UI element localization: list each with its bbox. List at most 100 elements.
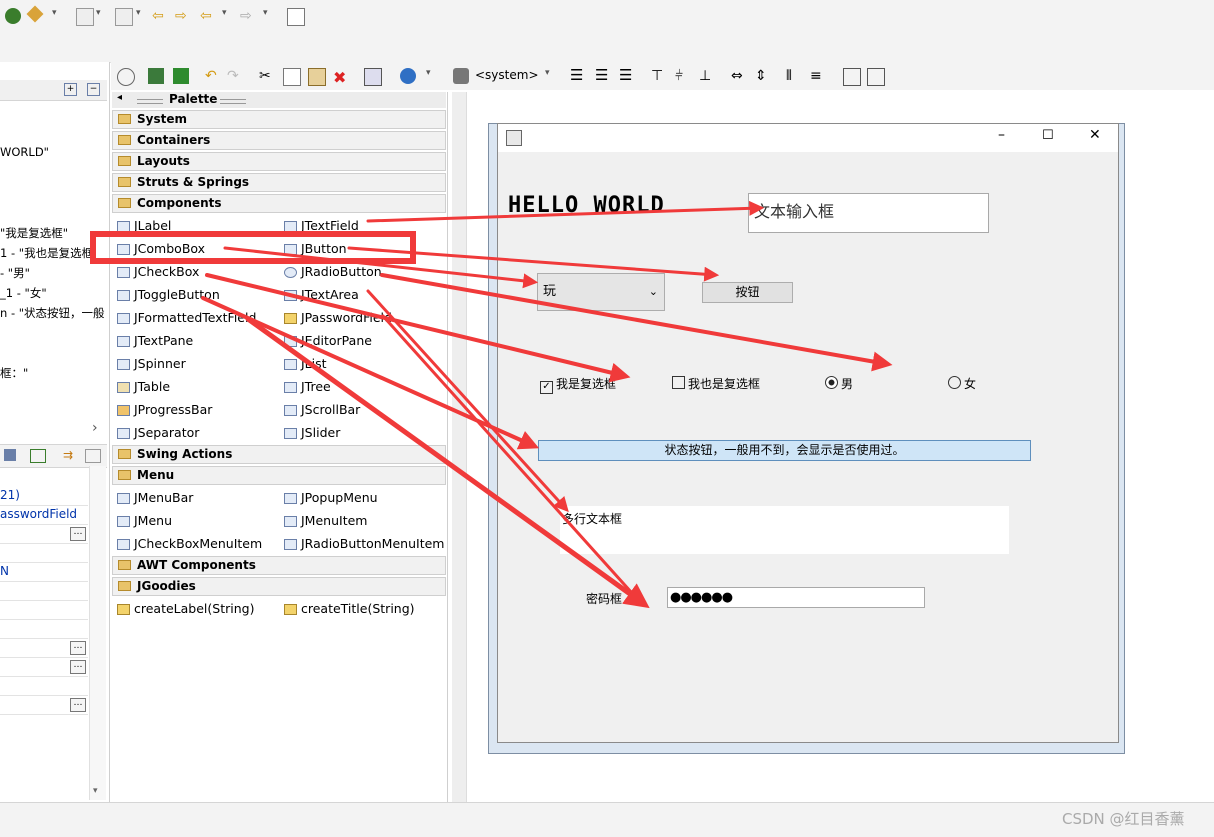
dropdown-arrow-icon[interactable]: ▾ xyxy=(96,8,112,24)
align-right-icon[interactable]: ☰ xyxy=(619,68,635,84)
minimize-icon[interactable]: – xyxy=(998,127,1005,143)
redo-icon[interactable]: ↷ xyxy=(227,68,243,84)
close-icon[interactable]: ✕ xyxy=(1089,127,1101,143)
toggle-button[interactable]: 状态按钮，一般用不到，会显示是否使用过。 xyxy=(538,440,1031,461)
palette-item-jcombobox[interactable]: JComboBox xyxy=(117,237,205,260)
replicate-width-icon[interactable]: ⇔ xyxy=(731,68,747,84)
palette-item-jpasswordfield[interactable]: JPasswordField xyxy=(284,306,392,329)
show-events-icon[interactable] xyxy=(4,449,16,461)
jframe-titlebar[interactable]: – ☐ ✕ xyxy=(498,124,1118,152)
palette-item-jcheckbox[interactable]: JCheckBox xyxy=(117,260,199,283)
palette-item-jtextpane[interactable]: JTextPane xyxy=(117,329,193,352)
property-value[interactable]: … xyxy=(0,524,88,544)
scroll-down-icon[interactable]: ▾ xyxy=(93,786,98,796)
prev-annotation-icon[interactable] xyxy=(115,8,133,26)
properties-scrollbar[interactable]: ▾ xyxy=(89,466,106,800)
dropdown-arrow-icon[interactable]: ▾ xyxy=(263,8,279,24)
align-center-icon[interactable]: ☰ xyxy=(595,68,611,84)
dropdown-arrow-icon[interactable]: ▾ xyxy=(136,8,152,24)
palette-item-jeditorpane[interactable]: JEditorPane xyxy=(284,329,372,352)
collapse-palette-icon[interactable]: ◂ xyxy=(117,92,122,103)
collapse-all-icon[interactable]: − xyxy=(87,83,100,96)
dropdown-arrow-icon[interactable]: ▾ xyxy=(426,68,442,84)
palette-item-jmenu[interactable]: JMenu xyxy=(117,509,172,532)
edit-property-icon[interactable]: … xyxy=(70,698,86,712)
align-top-icon[interactable]: ⊤ xyxy=(651,68,667,84)
back-icon[interactable]: ⇦ xyxy=(200,8,216,24)
palette-item-jlabel[interactable]: JLabel xyxy=(117,214,171,237)
edit-property-icon[interactable]: … xyxy=(70,641,86,655)
palette-item-jtree[interactable]: JTree xyxy=(284,375,331,398)
outline-line[interactable]: WORLD" xyxy=(0,145,49,159)
palette-item-jformattedtextfield[interactable]: JFormattedTextField xyxy=(117,306,256,329)
property-value[interactable]: … xyxy=(0,657,88,677)
center-vertical-icon[interactable] xyxy=(867,68,885,86)
property-value[interactable]: … xyxy=(0,695,88,715)
property-value[interactable]: N xyxy=(0,562,88,582)
globe-icon[interactable] xyxy=(400,68,416,84)
palette-item-createtitle[interactable]: createTitle(String) xyxy=(284,597,415,620)
center-horizontal-icon[interactable] xyxy=(843,68,861,86)
palette-item-jtable[interactable]: JTable xyxy=(117,375,170,398)
palette-item-jtextfield[interactable]: JTextField xyxy=(284,214,359,237)
last-edit-icon[interactable]: ⇦ xyxy=(152,8,168,24)
space-vertical-icon[interactable]: ≡ xyxy=(810,68,826,84)
expand-all-icon[interactable]: + xyxy=(64,83,77,96)
convert-local-icon[interactable]: ⇉ xyxy=(63,449,77,461)
palette-item-jtogglebutton[interactable]: JToggleButton xyxy=(117,283,220,306)
test-gui-icon[interactable] xyxy=(117,68,135,86)
password-field[interactable]: ●●●●●● xyxy=(667,587,925,608)
align-left-icon[interactable]: ☰ xyxy=(570,68,586,84)
property-value[interactable] xyxy=(0,600,88,620)
edit-property-icon[interactable]: … xyxy=(70,527,86,541)
dropdown-arrow-icon[interactable]: ▾ xyxy=(545,68,561,84)
outline-line[interactable]: - "男" xyxy=(0,265,30,281)
add-item-icon[interactable] xyxy=(148,68,164,84)
property-value[interactable]: asswordField xyxy=(0,505,88,525)
property-value[interactable]: … xyxy=(0,638,88,658)
look-and-feel-selector[interactable]: <system> xyxy=(475,68,539,82)
text-field[interactable]: 文本输入框 xyxy=(748,193,989,233)
palette-item-jcheckboxmenuitem[interactable]: JCheckBoxMenuItem xyxy=(117,532,262,555)
hello-label[interactable]: HELLO WORLD xyxy=(508,193,665,218)
property-value[interactable] xyxy=(0,543,88,563)
category-system[interactable]: System xyxy=(112,110,446,129)
align-middle-icon[interactable]: ⫩ xyxy=(675,68,691,84)
forward-icon[interactable]: ⇨ xyxy=(240,8,256,24)
palette-item-jradiobuttonmenuitem[interactable]: JRadioButtonMenuItem xyxy=(284,532,444,555)
space-horizontal-icon[interactable]: ⫴ xyxy=(786,68,802,84)
dropdown-arrow-icon[interactable]: ▾ xyxy=(222,8,238,24)
combo-box[interactable]: 玩 ⌄ xyxy=(537,273,665,311)
undo-icon[interactable]: ↶ xyxy=(205,68,221,84)
category-swing-actions[interactable]: Swing Actions xyxy=(112,445,446,464)
palette-item-jtextarea[interactable]: JTextArea xyxy=(284,283,359,306)
palette-item-jseparator[interactable]: JSeparator xyxy=(117,421,199,444)
look-and-feel-icon[interactable] xyxy=(453,68,469,84)
category-jgoodies[interactable]: JGoodies xyxy=(112,577,446,596)
dropdown-arrow-icon[interactable]: ▾ xyxy=(52,8,68,24)
edit-property-icon[interactable]: … xyxy=(70,660,86,674)
palette-item-jscrollbar[interactable]: JScrollBar xyxy=(284,398,360,421)
palette-item-jlist[interactable]: JList xyxy=(284,352,327,375)
category-struts-springs[interactable]: Struts & Springs xyxy=(112,173,446,192)
button[interactable]: 按钮 xyxy=(702,282,793,303)
palette-item-jspinner[interactable]: JSpinner xyxy=(117,352,186,375)
outline-line[interactable]: 框：" xyxy=(0,365,28,381)
outline-line[interactable]: n - "状态按钮，一般 xyxy=(0,305,105,321)
radio-female[interactable]: 女 xyxy=(948,375,976,392)
text-area[interactable]: 多行文本框 xyxy=(560,506,1009,554)
outline-line[interactable]: _1 - "女" xyxy=(0,285,47,301)
category-layouts[interactable]: Layouts xyxy=(112,152,446,171)
palette-item-jradiobutton[interactable]: JRadioButton xyxy=(284,260,382,283)
goto-definition-icon[interactable] xyxy=(30,449,46,463)
category-containers[interactable]: Containers xyxy=(112,131,446,150)
palette-item-jprogressbar[interactable]: JProgressBar xyxy=(117,398,212,421)
outline-line[interactable]: "我是复选框" xyxy=(0,225,68,241)
run-icon[interactable] xyxy=(5,8,21,24)
palette-item-createlabel[interactable]: createLabel(String) xyxy=(117,597,254,620)
maximize-icon[interactable]: ☐ xyxy=(1042,128,1054,143)
tab-order-icon[interactable] xyxy=(364,68,382,86)
palette-item-jbutton[interactable]: JButton xyxy=(284,237,347,260)
open-perspective-icon[interactable] xyxy=(287,8,305,26)
forward-edit-icon[interactable]: ⇨ xyxy=(175,8,191,24)
